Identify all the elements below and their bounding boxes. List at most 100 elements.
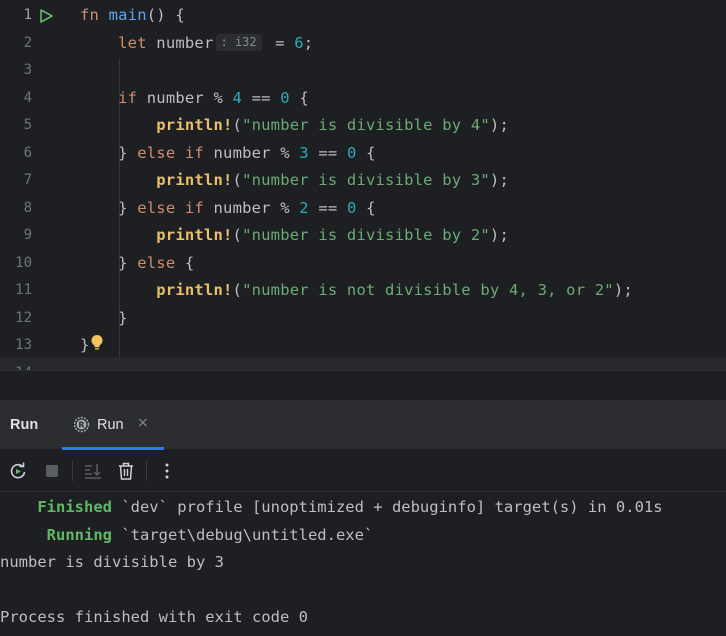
more-options-icon[interactable] [156,460,178,482]
panel-splitter[interactable] [0,370,726,400]
keyword: else [137,198,176,217]
code-text: == [308,143,347,162]
code-line-5[interactable]: 5 println!("number is divisible by 4"); [0,112,726,140]
code-text: } [118,143,138,162]
string-literal: "number is not divisible by 4, 3, or 2" [242,281,614,299]
keyword: if [175,198,204,217]
code-text: = [265,33,295,52]
code-text: ( [232,116,243,134]
number-literal: 0 [346,198,357,217]
code-line-6[interactable]: 6 } else if number % 3 == 0 { [0,140,726,168]
tab-run[interactable]: R Run × [62,400,164,450]
line-number: 8 [23,199,32,216]
code-line-4[interactable]: 4 if number % 4 == 0 { [0,85,726,113]
code-text: ( [232,171,243,189]
line-number: 10 [15,254,32,271]
code-line-14[interactable]: 14 [0,360,726,371]
code-editor[interactable]: 1 fn main() { 2 let number: i32 = 6; 3 4… [0,0,726,370]
number-literal: 4 [232,88,243,107]
console-line: Running `target\debug\untitled.exe` [0,522,374,549]
line-number: 13 [15,337,32,353]
line-number: 2 [23,34,32,51]
string-literal: "number is divisible by 4" [242,116,490,134]
rerun-icon[interactable] [7,460,29,482]
run-tool-window: Run R Run × Finished `dev` profile [unop… [0,400,726,636]
number-literal: 3 [299,143,309,162]
line-number: 11 [15,282,32,298]
code-text: ( [232,226,243,244]
rust-icon: R [73,416,90,433]
number-literal: 2 [299,198,309,217]
code-line-10[interactable]: 10 } else { [0,250,726,278]
console-line: number is divisible by 3 [0,553,224,571]
code-line-8[interactable]: 8 } else if number % 2 == 0 { [0,195,726,223]
string-literal: "number is divisible by 2" [242,226,490,244]
tab-label: Run [97,417,124,433]
line-number: 12 [15,309,32,326]
code-text: () { [146,6,185,24]
code-text: ; [303,33,314,52]
code-text: number % [137,88,233,107]
macro: println! [156,171,233,189]
code-text: == [308,198,347,217]
code-text: ); [613,281,633,299]
stop-icon[interactable] [41,460,63,482]
cargo-status: Finished [37,498,112,516]
console-output[interactable]: Finished `dev` profile [unoptimized + de… [0,493,726,636]
code-text: ); [489,171,509,189]
line-number: 5 [23,117,32,133]
code-line-9[interactable]: 9 println!("number is divisible by 2"); [0,222,726,250]
run-gutter-icon[interactable] [38,8,54,24]
trash-icon[interactable] [115,460,137,482]
code-text: } [118,308,128,327]
code-line-2[interactable]: 2 let number: i32 = 6; [0,30,726,58]
tool-window-title: Run [10,417,39,433]
scroll-to-end-icon[interactable] [82,460,104,482]
line-number: 9 [23,227,32,243]
code-text: { [175,253,195,272]
line-number: 4 [23,89,32,106]
keyword: if [118,88,138,107]
code-line-13[interactable]: 13 } [0,332,726,360]
lightbulb-icon[interactable] [90,334,104,352]
code-text: ( [232,281,243,299]
number-literal: 0 [280,88,290,107]
keyword: else [137,143,176,162]
code-line-7[interactable]: 7 println!("number is divisible by 3"); [0,167,726,195]
console-text: `dev` profile [unoptimized + debuginfo] … [111,498,663,516]
macro: println! [156,116,233,134]
line-number: 6 [23,144,32,161]
code-text: == [242,88,281,107]
code-text: } [118,198,138,217]
code-line-1[interactable]: 1 fn main() { [0,2,726,30]
macro: println! [156,226,233,244]
code-text: { [356,198,376,217]
keyword: else [137,253,176,272]
console-line: Finished `dev` profile [unoptimized + de… [0,494,663,521]
code-text: ); [489,116,509,134]
line-number: 1 [23,7,32,23]
svg-text:R: R [78,421,84,430]
number-literal: 0 [346,143,357,162]
function-name: main [108,6,147,24]
run-toolbar [0,450,726,492]
code-text: } [118,253,138,272]
code-line-3[interactable]: 3 [0,57,726,85]
variable: number [156,33,214,52]
code-text: number % [203,198,300,217]
code-line-11[interactable]: 11 println!("number is not divisible by … [0,277,726,305]
macro: println! [156,281,233,299]
number-literal: 6 [294,33,304,52]
line-number: 14 [0,360,32,371]
type-inlay-hint: : i32 [215,33,262,51]
code-line-12[interactable]: 12 } [0,305,726,333]
toolbar-separator [146,461,147,481]
string-literal: "number is divisible by 3" [242,171,490,189]
console-line: Process finished with exit code 0 [0,608,308,626]
code-text: { [289,88,309,107]
line-number: 3 [23,62,32,78]
close-icon[interactable]: × [137,415,149,431]
toolbar-separator [72,461,73,481]
keyword: if [175,143,204,162]
console-text: `target\debug\untitled.exe` [112,525,374,544]
